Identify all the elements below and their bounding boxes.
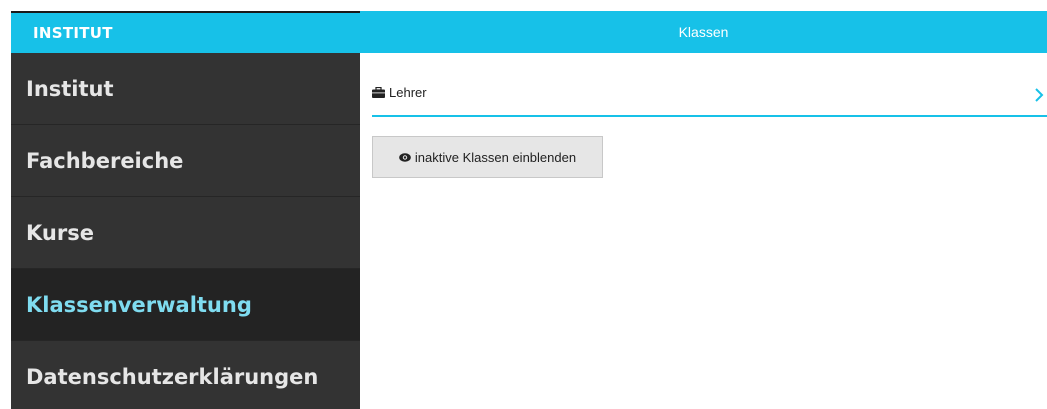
sidebar-item-label: Klassenverwaltung [26,292,252,317]
chevron-right-icon[interactable] [1033,87,1045,103]
eye-icon [399,152,411,162]
sidebar-item-fachbereiche[interactable]: Fachbereiche [11,125,360,197]
page-title: Klassen [678,24,729,40]
main-content: Lehrer inaktive Klassen einblenden [360,53,1047,409]
show-inactive-classes-label: inaktive Klassen einblenden [414,149,577,165]
page-header: Klassen [360,11,1047,53]
brand-header: INSTITUT [11,11,360,53]
sidebar-item-institut[interactable]: Institut [11,53,360,125]
list-item-lehrer[interactable]: Lehrer [372,75,1047,117]
app-root: INSTITUT Klassen Institut Fachbereiche K… [0,0,1047,409]
list-item-label-group: Lehrer [372,85,427,100]
brand-title: INSTITUT [33,24,113,42]
briefcase-icon [372,87,385,98]
sidebar-item-klassenverwaltung[interactable]: Klassenverwaltung [11,269,360,341]
sidebar: Institut Fachbereiche Kurse Klassenverwa… [11,53,360,409]
sidebar-item-label: Kurse [26,220,94,245]
list-item-label: Lehrer [389,85,427,100]
sidebar-item-label: Fachbereiche [26,148,184,173]
sidebar-item-datenschutzerklaerungen[interactable]: Datenschutzerklärungen [11,341,360,409]
sidebar-item-kurse[interactable]: Kurse [11,197,360,269]
top-bar: INSTITUT Klassen [11,11,1047,53]
sidebar-item-label: Datenschutzerklärungen [26,364,319,389]
show-inactive-classes-button[interactable]: inaktive Klassen einblenden [372,136,603,178]
sidebar-item-label: Institut [26,76,114,101]
